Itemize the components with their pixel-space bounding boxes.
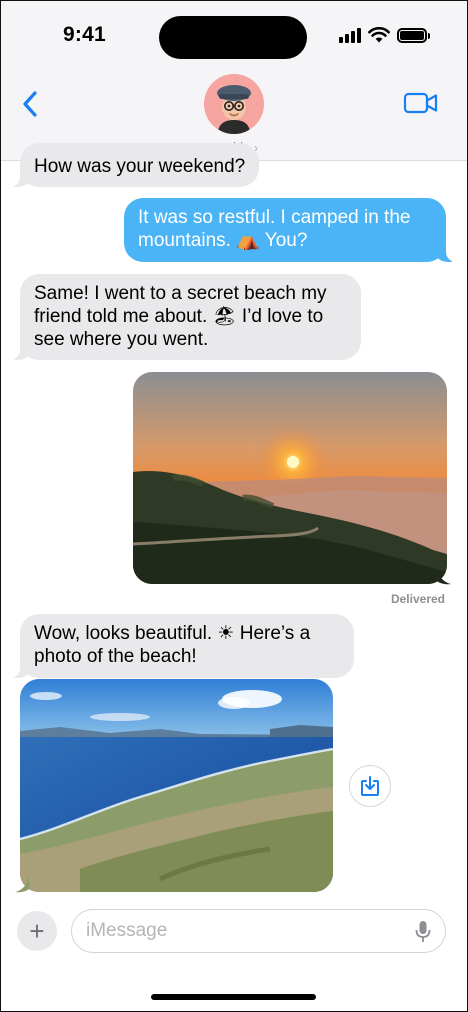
beach-photo[interactable] (20, 679, 333, 892)
apps-plus-button[interactable]: + (17, 911, 57, 951)
facetime-video-button[interactable] (403, 90, 439, 116)
message-bubble-incoming[interactable]: Same! I went to a secret beach my friend… (8, 274, 361, 360)
plus-icon: + (29, 915, 45, 946)
chevron-left-icon (23, 91, 37, 117)
wifi-icon (368, 27, 390, 43)
imessage-input[interactable] (86, 910, 406, 951)
incoming-tail-icon (15, 875, 29, 893)
sunset-photo-image (133, 372, 447, 584)
save-photo-button[interactable] (349, 765, 391, 807)
home-indicator[interactable] (151, 994, 316, 1000)
delivered-status: Delivered (390, 592, 445, 606)
message-bubble-incoming[interactable]: How was your weekend? (7, 143, 260, 187)
memoji-avatar-icon (204, 74, 264, 134)
message-input-container[interactable] (71, 909, 446, 953)
status-time: 9:41 (63, 23, 106, 46)
message-bubble-outgoing[interactable]: It was so restful. I camped in the mount… (124, 198, 458, 262)
battery-icon (397, 27, 430, 43)
status-icons (339, 27, 430, 43)
message-bubble-incoming[interactable]: Wow, looks beautiful. ☀ Here’s a photo o… (8, 614, 354, 678)
back-button[interactable] (15, 87, 45, 121)
sunset-photo[interactable] (133, 372, 447, 584)
beach-photo-image (20, 679, 333, 892)
message-text: It was so restful. I camped in the mount… (138, 207, 411, 251)
messages-screen: 9:41 › How was your weekend? It was so r… (0, 0, 468, 1012)
message-text: Wow, looks beautiful. ☀ Here’s a photo o… (34, 623, 311, 667)
download-icon (361, 776, 379, 796)
video-camera-icon (403, 92, 438, 114)
contact-avatar[interactable] (204, 74, 264, 134)
message-text: How was your weekend? (34, 156, 246, 177)
microphone-icon[interactable] (415, 920, 431, 944)
dynamic-island (159, 16, 307, 59)
outgoing-tail-icon (437, 567, 451, 585)
conversation-header: 9:41 › (1, 1, 467, 161)
message-text: Same! I went to a secret beach my friend… (34, 283, 327, 350)
cellular-signal-icon (339, 27, 361, 43)
